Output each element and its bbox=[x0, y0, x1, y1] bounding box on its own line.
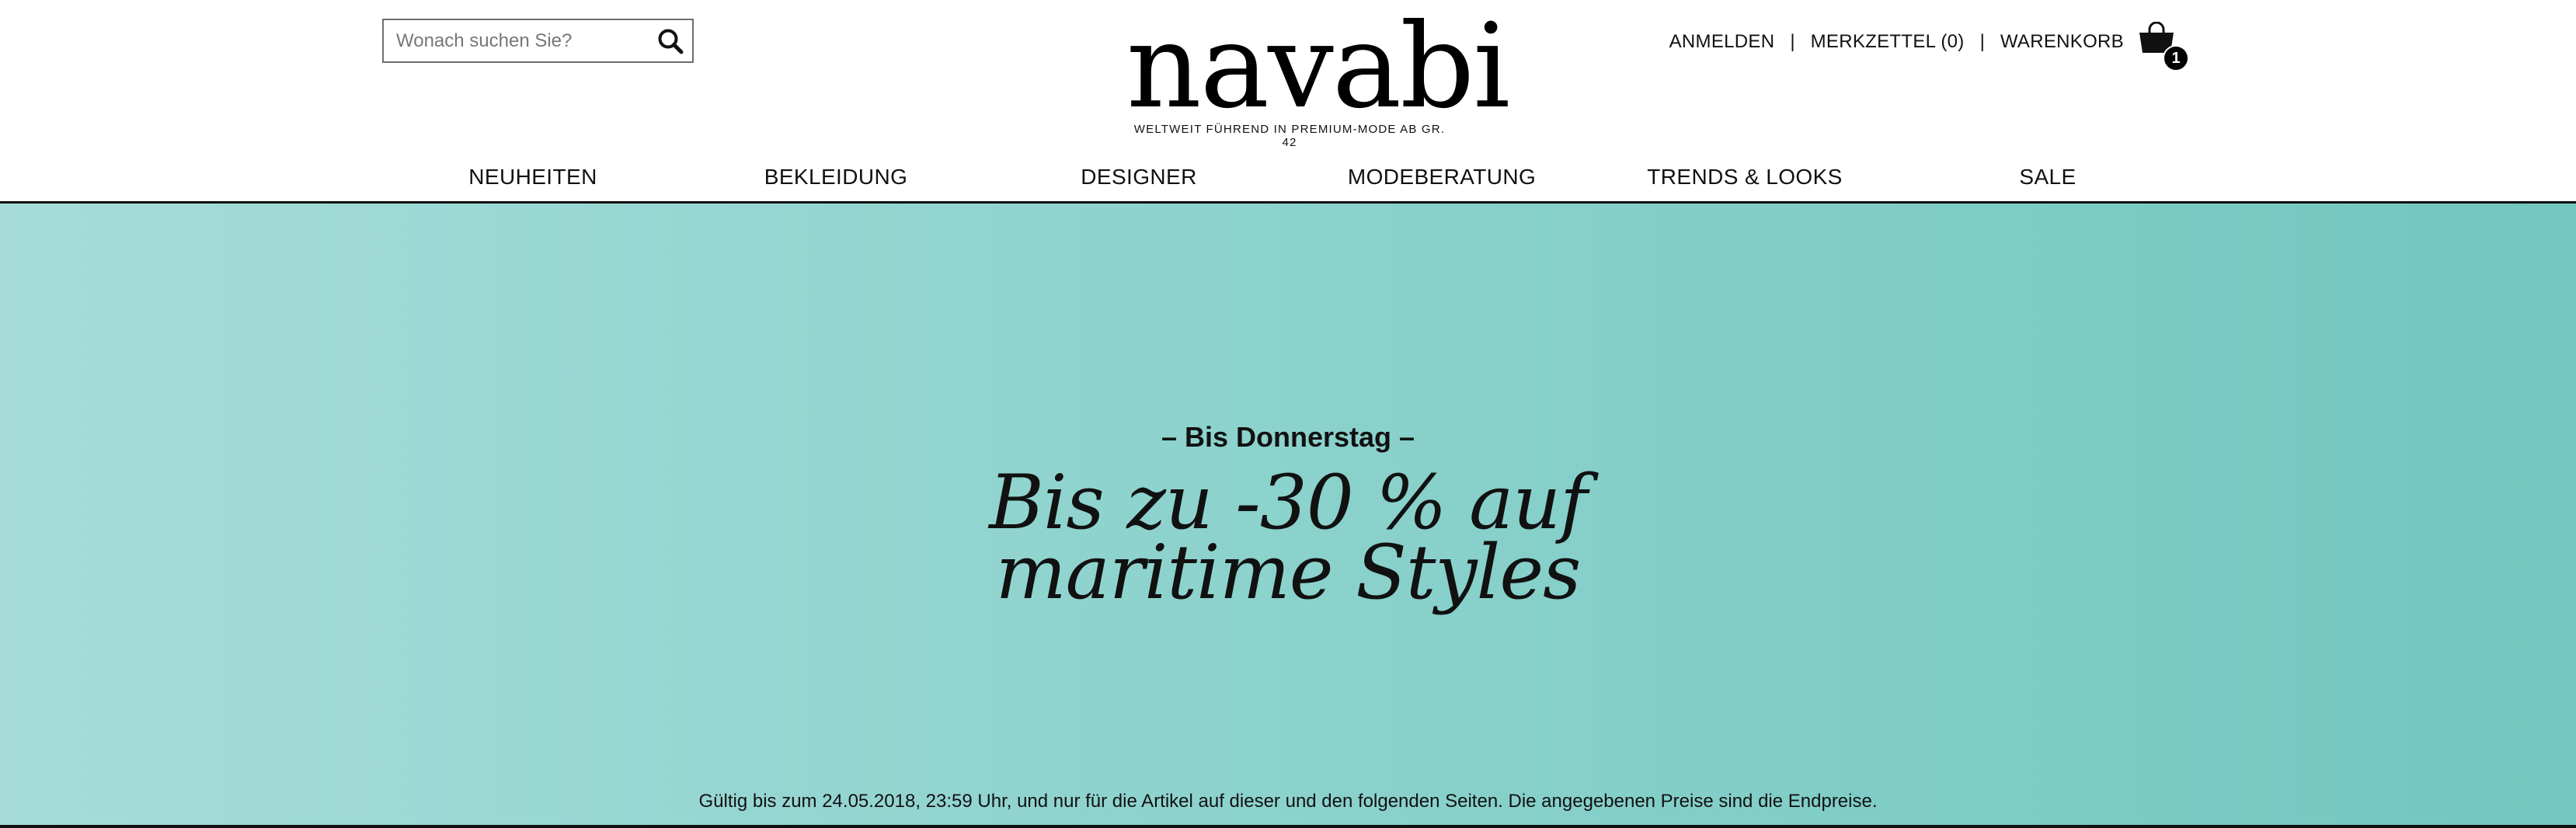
promo-headline-line2: maritime Styles bbox=[995, 529, 1582, 616]
main-navigation: NEUHEITEN BEKLEIDUNG DESIGNER MODEBERATU… bbox=[0, 155, 2576, 204]
cart-count-badge: 1 bbox=[2163, 45, 2189, 71]
site-header: navabi WELTWEIT FÜHREND IN PREMIUM-MODE … bbox=[0, 0, 2576, 155]
login-link[interactable]: ANMELDEN bbox=[1669, 31, 1775, 53]
promo-headline: Bis zu -30 % auf maritime Styles bbox=[0, 459, 2576, 616]
logo-wordmark: navabi bbox=[1126, 0, 1510, 134]
cart-link[interactable]: WARENKORB bbox=[2000, 31, 2124, 53]
nav-item-trends-looks[interactable]: TRENDS & LOOKS bbox=[1647, 165, 1842, 190]
promo-kicker: – Bis Donnerstag – bbox=[1161, 421, 1415, 453]
divider bbox=[0, 825, 2576, 828]
search-input[interactable] bbox=[384, 20, 648, 61]
search-icon[interactable] bbox=[656, 27, 684, 55]
promo-terms-note: Gültig bis zum 24.05.2018, 23:59 Uhr, un… bbox=[698, 791, 1878, 812]
promo-headline-line1: Bis zu -30 % auf bbox=[989, 459, 1587, 546]
nav-item-modeberatung[interactable]: MODEBERATUNG bbox=[1348, 165, 1536, 190]
nav-item-bekleidung[interactable]: BEKLEIDUNG bbox=[764, 165, 908, 190]
account-links: ANMELDEN | MERKZETTEL (0) | WARENKORB 1 bbox=[1669, 22, 2189, 71]
nav-item-neuheiten[interactable]: NEUHEITEN bbox=[468, 165, 597, 190]
search-box bbox=[382, 19, 694, 63]
logo-tagline: WELTWEIT FÜHREND IN PREMIUM-MODE AB GR. … bbox=[1133, 123, 1446, 149]
wishlist-link[interactable]: MERKZETTEL (0) bbox=[1811, 31, 1965, 53]
separator: | bbox=[1790, 31, 1795, 52]
promo-banner[interactable]: – Bis Donnerstag – Bis zu -30 % auf mari… bbox=[0, 204, 2576, 825]
nav-item-sale[interactable]: SALE bbox=[2019, 165, 2076, 190]
navabi-logo[interactable]: navabi WELTWEIT FÜHREND IN PREMIUM-MODE … bbox=[1126, 0, 1510, 149]
separator: | bbox=[1979, 31, 1985, 52]
nav-item-designer[interactable]: DESIGNER bbox=[1081, 165, 1196, 190]
cart-button[interactable]: 1 bbox=[2136, 22, 2189, 71]
